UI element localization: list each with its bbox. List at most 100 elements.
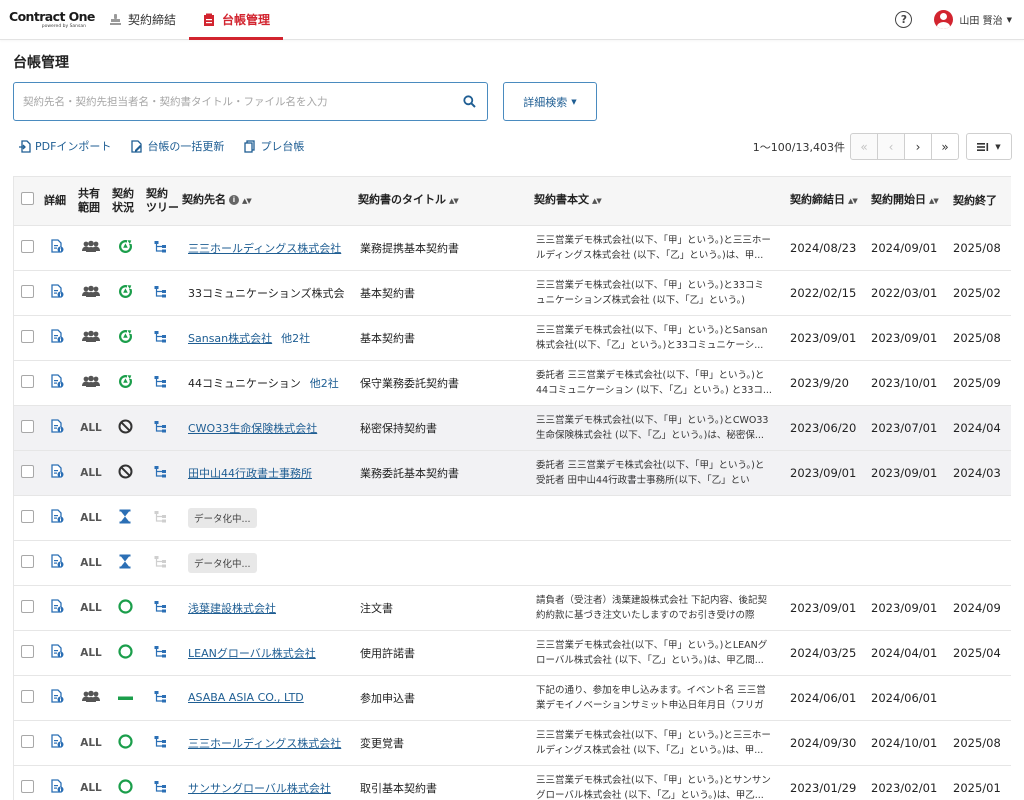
detail-icon[interactable] (50, 239, 64, 256)
detail-icon[interactable] (50, 509, 64, 526)
bulk-update-button[interactable]: 台帳の一括更新 (131, 138, 224, 154)
sort-icon[interactable]: ▲▼ (848, 197, 858, 205)
start-date: 2024/06/01 (867, 675, 949, 721)
contract-tree-icon[interactable] (154, 240, 167, 256)
info-icon[interactable]: i (229, 195, 239, 206)
table-row[interactable]: ALL 三三ホールディングス株式会社 変更覚書 三三営業デモ株式会社(以下、「甲」とい… (14, 720, 1011, 766)
first-page-button[interactable]: « (850, 133, 878, 160)
row-checkbox[interactable] (20, 419, 34, 433)
table-row[interactable]: ALL 田中山44行政書士事務所 業務委託基本契約書 委託者 三三営業デモ株式会社(以… (14, 450, 1011, 496)
party-name[interactable]: 田中山44行政書士事務所 (188, 467, 312, 480)
contract-tree-icon[interactable] (154, 375, 167, 391)
contract-tree-icon[interactable] (154, 690, 167, 706)
col-contract-title[interactable]: 契約書のタイトル ▲▼ (354, 177, 530, 226)
search-button[interactable] (451, 83, 487, 120)
body-cell (530, 540, 786, 586)
more-parties-link[interactable]: 他2社 (281, 332, 310, 345)
party-name[interactable]: 三三ホールディングス株式会社 (188, 737, 341, 750)
table-row[interactable]: ALL データ化中... (14, 495, 1011, 541)
detail-icon[interactable] (50, 779, 64, 796)
party-name[interactable]: ASABA ASIA CO., LTD (188, 691, 304, 704)
detail-icon[interactable] (50, 419, 64, 436)
row-checkbox[interactable] (20, 554, 34, 568)
next-page-button[interactable]: › (904, 133, 932, 160)
party-name[interactable]: 浅葉建設株式会社 (188, 602, 276, 615)
help-icon[interactable]: ? (895, 11, 913, 28)
contract-tree-icon[interactable] (154, 780, 167, 796)
col-signed-date[interactable]: 契約締結日 ▲▼ (786, 177, 867, 226)
row-checkbox[interactable] (20, 599, 34, 613)
table-row[interactable]: Sansan株式会社 他2社 基本契約書 三三営業デモ株式会社(以下、「甲」という。)… (14, 315, 1011, 361)
select-all-checkbox[interactable] (20, 192, 34, 206)
pdf-import-button[interactable]: PDFインポート (19, 138, 111, 154)
row-checkbox[interactable] (20, 329, 34, 343)
detail-search-button[interactable]: 詳細検索 ▼ (503, 82, 597, 121)
row-checkbox[interactable] (20, 734, 34, 748)
col-party-name[interactable]: 契約先名 i ▲▼ (178, 177, 354, 226)
avatar[interactable] (934, 10, 954, 29)
tab-contract-signing[interactable]: 契約締結 (96, 0, 189, 39)
detail-icon[interactable] (50, 464, 64, 481)
detail-icon[interactable] (50, 599, 64, 616)
row-checkbox[interactable] (20, 374, 34, 388)
contract-tree-icon[interactable] (154, 465, 167, 481)
sort-icon[interactable]: ▲▼ (242, 197, 252, 205)
tab-ledger-management[interactable]: 台帳管理 (189, 0, 284, 40)
table-row[interactable]: 三三ホールディングス株式会社 業務提携基本契約書 三三営業デモ株式会社(以下、「甲」… (14, 225, 1011, 271)
detail-icon[interactable] (50, 284, 64, 301)
sort-icon[interactable]: ▲▼ (929, 197, 939, 205)
row-checkbox[interactable] (20, 509, 34, 523)
row-checkbox[interactable] (20, 239, 34, 253)
contract-tree-icon[interactable] (154, 420, 167, 436)
sort-icon[interactable]: ▲▼ (592, 197, 602, 205)
col-start-date[interactable]: 契約開始日 ▲▼ (867, 177, 949, 226)
pre-ledger-button[interactable]: プレ台帳 (244, 138, 304, 154)
table-row[interactable]: ASABA ASIA CO., LTD 参加申込書 下記の通り、参加を申し込みます。… (14, 675, 1011, 721)
signed-date: 2024/09/30 (786, 720, 867, 766)
detail-icon[interactable] (50, 329, 64, 346)
detail-icon[interactable] (50, 374, 64, 391)
last-page-button[interactable]: » (931, 133, 959, 160)
contract-tree-icon[interactable] (154, 285, 167, 301)
contract-tree-icon[interactable] (154, 735, 167, 751)
table-row[interactable]: ALL データ化中... (14, 540, 1011, 586)
party-name[interactable]: CWO33生命保険株式会社 (188, 422, 317, 435)
table-row[interactable]: 44コミュニケーション 他2社 保守業務委託契約書 委託者 三三営業デモ株式会社(以下… (14, 360, 1011, 406)
row-checkbox[interactable] (20, 644, 34, 658)
detail-cell (40, 450, 74, 496)
contract-tree-icon[interactable] (154, 645, 167, 661)
table-row[interactable]: ALL サンサングローバル株式会社 取引基本契約書 三三営業デモ株式会社(以下、「甲」… (14, 765, 1011, 800)
view-settings-button[interactable]: ▼ (966, 133, 1012, 160)
detail-icon[interactable] (50, 689, 64, 706)
contract-tree-icon (154, 510, 167, 526)
search-input[interactable] (23, 95, 451, 108)
detail-icon[interactable] (50, 734, 64, 751)
contract-tree-icon[interactable] (154, 600, 167, 616)
more-parties-link[interactable]: 他2社 (310, 377, 339, 390)
user-name[interactable]: 山田 賢治 (959, 12, 1002, 27)
row-checkbox[interactable] (20, 779, 34, 793)
end-date: 2024/04 (949, 405, 1011, 451)
row-checkbox[interactable] (20, 464, 34, 478)
col-end-date[interactable]: 契約終了 (949, 177, 1011, 226)
party-name[interactable]: Sansan株式会社 (188, 332, 272, 345)
table-row[interactable]: ALL CWO33生命保険株式会社 秘密保持契約書 三三営業デモ株式会社(以下、「甲」… (14, 405, 1011, 451)
detail-icon[interactable] (50, 644, 64, 661)
row-checkbox[interactable] (20, 689, 34, 703)
sort-icon[interactable]: ▲▼ (449, 197, 459, 205)
chevron-down-icon[interactable]: ▼ (1007, 16, 1012, 24)
col-contract-body[interactable]: 契約書本文 ▲▼ (530, 177, 786, 226)
party-name[interactable]: 三三ホールディングス株式会社 (188, 242, 341, 255)
row-checkbox[interactable] (20, 284, 34, 298)
contract-title: 変更覚書 (354, 720, 530, 766)
prev-page-button[interactable]: ‹ (877, 133, 905, 160)
party-name[interactable]: LEANグローバル株式会社 (188, 647, 316, 660)
bulk-update-label: 台帳の一括更新 (147, 140, 225, 153)
contract-tree-icon[interactable] (154, 330, 167, 346)
table-row[interactable]: ALL LEANグローバル株式会社 使用許諾書 三三営業デモ株式会社(以下、「甲」とい… (14, 630, 1011, 676)
app-logo[interactable]: Contract One powered by Sansan (0, 0, 96, 39)
table-row[interactable]: ALL 浅葉建設株式会社 注文書 請負者（受注者）浅葉建設株式会社 下記内容、後記契約… (14, 585, 1011, 631)
party-name[interactable]: サンサングローバル株式会社 (188, 782, 331, 795)
table-row[interactable]: 33コミュニケーションズ株式会 基本契約書 三三営業デモ株式会社(以下、「甲」という… (14, 270, 1011, 316)
detail-icon[interactable] (50, 554, 64, 571)
